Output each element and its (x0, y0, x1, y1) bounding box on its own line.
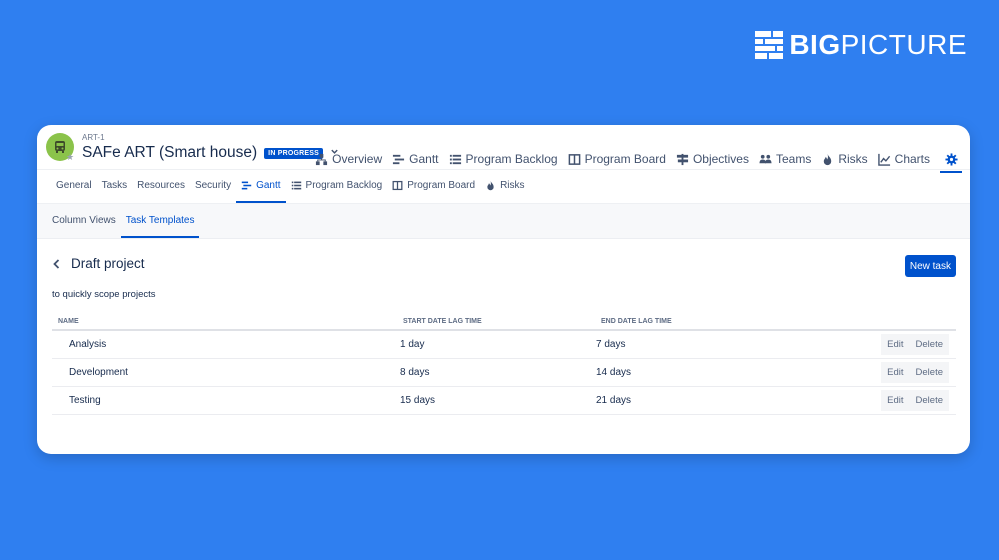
brand-bold: BIG (789, 29, 841, 60)
subnav-gantt[interactable]: Gantt (236, 170, 286, 203)
gantt-settings-tabs: Column Views Task Templates (37, 204, 970, 239)
board-icon (568, 153, 580, 165)
start-lag: 15 days (400, 395, 436, 406)
delete-button[interactable]: Delete (909, 390, 949, 411)
train-icon (55, 141, 65, 153)
subnav-resources[interactable]: Resources (132, 170, 190, 203)
task-name: Development (69, 367, 128, 378)
chevron-left-icon[interactable] (51, 258, 63, 270)
subnav-general[interactable]: General (51, 170, 97, 203)
brand-light: PICTURE (840, 29, 967, 60)
flame-icon (487, 180, 494, 191)
table-row: Analysis 1 day 7 days Edit Delete (52, 331, 956, 359)
star-icon[interactable]: ★ (66, 152, 74, 163)
top-nav-program-board[interactable]: Program Board (568, 152, 666, 166)
edit-button[interactable]: Edit (881, 334, 910, 355)
people-icon (759, 154, 772, 163)
page-title: SAFe ART (Smart house) (82, 144, 258, 161)
gear-icon (944, 152, 958, 166)
top-nav-risks[interactable]: Risks (821, 152, 868, 166)
top-nav-program-backlog[interactable]: Program Backlog (449, 152, 558, 166)
end-lag: 7 days (596, 339, 626, 350)
subnav-risks[interactable]: Risks (480, 170, 529, 203)
app-window: ★ ART-1 SAFe ART (Smart house) IN PROGRE… (37, 125, 970, 454)
settings-subnav: General Tasks Resources Security Gantt P… (37, 169, 970, 204)
subnav-tasks[interactable]: Tasks (97, 170, 133, 203)
top-nav-charts[interactable]: Charts (877, 152, 930, 166)
top-nav-gantt[interactable]: Gantt (392, 152, 439, 166)
new-task-button[interactable]: New task (904, 255, 956, 277)
bigpicture-logo: BIGPICTURE (755, 30, 967, 60)
top-nav-objectives[interactable]: Objectives (676, 152, 749, 166)
task-name: Analysis (69, 339, 107, 350)
table-header: NAME START DATE LAG TIME END DATE LAG TI… (52, 313, 956, 331)
tab-column-views[interactable]: Column Views (47, 204, 121, 238)
column-header-name: NAME (58, 317, 79, 325)
subnav-program-backlog[interactable]: Program Backlog (286, 170, 388, 203)
gantt-icon (393, 154, 405, 164)
column-header-end-lag: END DATE LAG TIME (601, 317, 672, 325)
issue-key[interactable]: ART-1 (82, 133, 105, 142)
gantt-icon (241, 181, 252, 190)
signpost-icon (676, 153, 689, 165)
task-templates-table: NAME START DATE LAG TIME END DATE LAG TI… (52, 313, 956, 415)
line-chart-icon (877, 153, 890, 166)
table-row: Testing 15 days 21 days Edit Delete (52, 387, 956, 415)
subnav-program-board[interactable]: Program Board (387, 170, 480, 203)
column-header-start-lag: START DATE LAG TIME (403, 317, 482, 325)
start-lag: 1 day (400, 339, 425, 350)
edit-button[interactable]: Edit (881, 362, 910, 383)
board-icon (392, 180, 403, 191)
template-title: Draft project (71, 256, 145, 271)
table-row: Development 8 days 14 days Edit Delete (52, 359, 956, 387)
top-nav-teams[interactable]: Teams (759, 152, 811, 166)
task-name: Testing (69, 395, 101, 406)
subnav-security[interactable]: Security (190, 170, 236, 203)
logo-mark-icon (755, 31, 784, 59)
delete-button[interactable]: Delete (909, 334, 949, 355)
list-icon (449, 154, 461, 164)
template-description: to quickly scope projects (52, 289, 156, 300)
hierarchy-icon (316, 153, 328, 165)
start-lag: 8 days (400, 367, 430, 378)
edit-button[interactable]: Edit (881, 390, 910, 411)
end-lag: 21 days (596, 395, 632, 406)
issue-header: ★ ART-1 SAFe ART (Smart house) IN PROGRE… (37, 125, 970, 173)
tab-task-templates[interactable]: Task Templates (120, 204, 200, 238)
delete-button[interactable]: Delete (909, 362, 949, 383)
list-icon (291, 181, 301, 190)
flame-icon (824, 153, 832, 165)
end-lag: 14 days (596, 367, 632, 378)
top-nav-overview[interactable]: Overview (315, 152, 382, 166)
